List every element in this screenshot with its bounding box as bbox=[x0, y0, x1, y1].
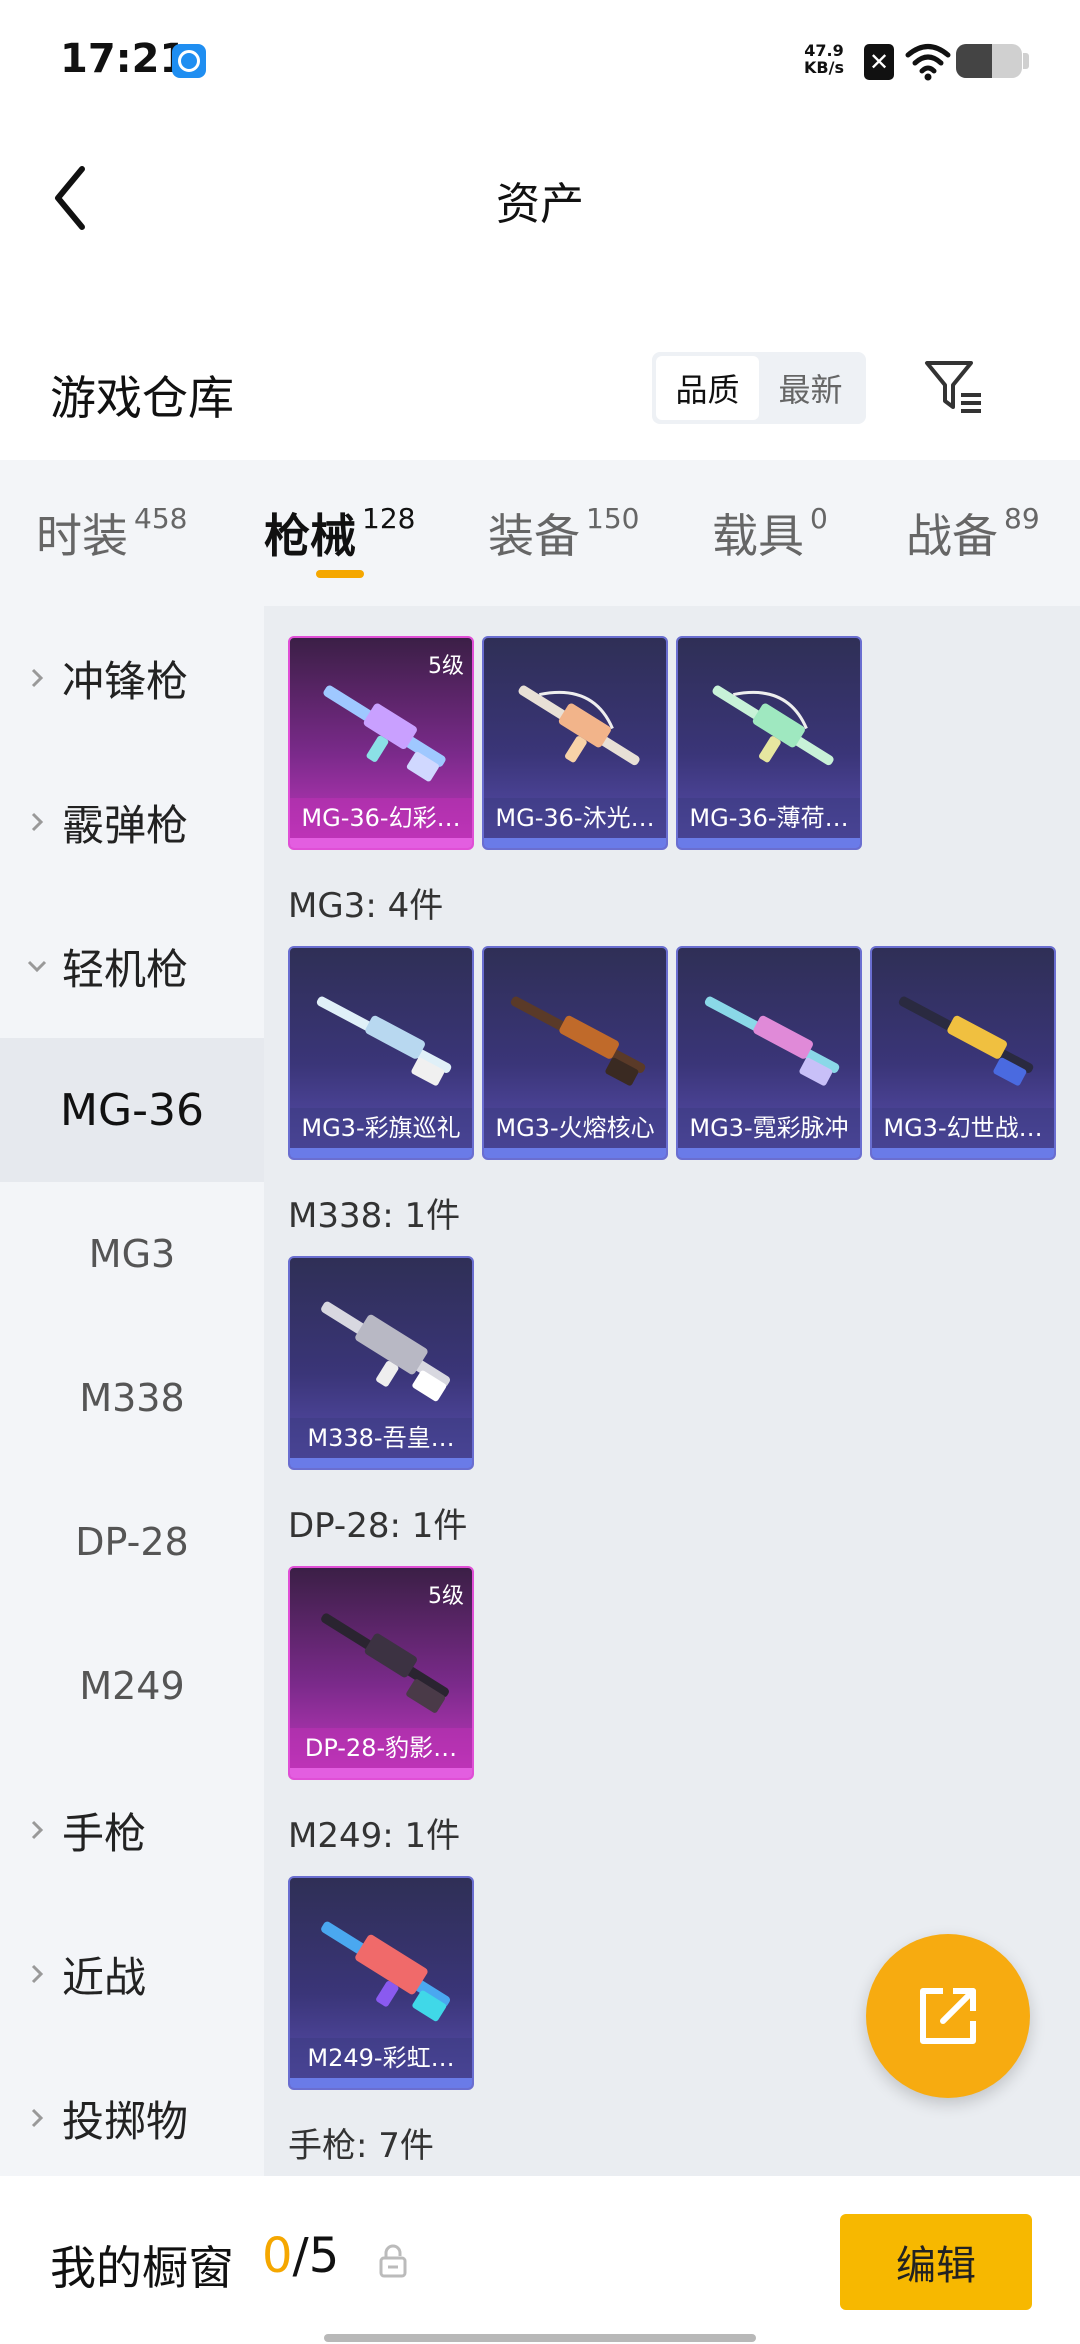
sidebar-item-m338[interactable]: M338 bbox=[0, 1326, 264, 1470]
weapon-name: MG-36-薄荷… bbox=[678, 798, 860, 838]
chevron-right-icon bbox=[31, 2108, 44, 2128]
home-indicator bbox=[324, 2334, 756, 2342]
sidebar-item-shotgun[interactable]: 霰弹枪 bbox=[0, 750, 264, 894]
battery-tip bbox=[1023, 53, 1029, 69]
lock-icon bbox=[379, 2244, 407, 2278]
share-icon bbox=[920, 1988, 976, 2044]
sim-disabled-icon: ✕ bbox=[864, 44, 894, 80]
sidebar-item-dp28[interactable]: DP-28 bbox=[0, 1470, 264, 1614]
status-bar: 17:21 47.9 KB/s ✕ bbox=[0, 0, 1080, 120]
weapon-name: DP-28-豹影… bbox=[290, 1728, 472, 1768]
sidebar-item-mg36[interactable]: MG-36 bbox=[0, 1038, 264, 1182]
category-tabs: 时装 458 枪械 128 装备 150 载具 0 战备 89 bbox=[0, 460, 1080, 606]
rifle-icon bbox=[510, 996, 646, 1086]
rarity-bar bbox=[872, 1148, 1054, 1158]
weapon-name: M338-吾皇… bbox=[290, 1418, 472, 1458]
rarity-bar bbox=[678, 1148, 860, 1158]
active-tab-indicator bbox=[316, 570, 364, 578]
sidebar-item-m249[interactable]: M249 bbox=[0, 1614, 264, 1758]
showcase-bar: 我的橱窗 0/5 编辑 bbox=[0, 2176, 1080, 2344]
weapon-card[interactable]: MG3-彩旗巡礼 bbox=[288, 946, 474, 1160]
group-label-m338: M338: 1件 bbox=[288, 1196, 461, 1236]
chevron-right-icon bbox=[31, 1820, 44, 1840]
weapon-name: MG-36-幻彩… bbox=[290, 798, 472, 838]
weapon-card[interactable]: MG3-幻世战… bbox=[870, 946, 1056, 1160]
chevron-down-icon bbox=[27, 960, 47, 973]
weapon-card[interactable]: M338-吾皇… bbox=[288, 1256, 474, 1470]
weapon-card[interactable]: MG-36-沐光… bbox=[482, 636, 668, 850]
showcase-count: 0/5 bbox=[262, 2228, 340, 2284]
sidebar-item-throwables[interactable]: 投掷物 bbox=[0, 2046, 264, 2190]
weapon-name: MG3-彩旗巡礼 bbox=[290, 1108, 472, 1148]
rifle-icon bbox=[321, 1613, 449, 1713]
sidebar-item-mg3[interactable]: MG3 bbox=[0, 1182, 264, 1326]
edit-button[interactable]: 编辑 bbox=[840, 2214, 1032, 2310]
rarity-bar bbox=[290, 1768, 472, 1778]
sidebar-item-melee[interactable]: 近战 bbox=[0, 1902, 264, 2046]
rarity-bar bbox=[290, 1458, 472, 1468]
weapon-name: MG-36-沐光… bbox=[484, 798, 666, 838]
chevron-right-icon bbox=[31, 812, 44, 832]
network-speed: 47.9 KB/s bbox=[804, 41, 844, 77]
rifle-icon bbox=[712, 685, 834, 766]
sidebar-item-lmg[interactable]: 轻机枪 bbox=[0, 894, 264, 1038]
tab-fashion[interactable]: 时装 458 bbox=[36, 500, 187, 566]
status-time: 17:21 bbox=[60, 36, 188, 82]
share-button[interactable] bbox=[866, 1934, 1030, 2098]
rifle-icon bbox=[316, 996, 452, 1086]
tab-vehicles[interactable]: 载具 0 bbox=[712, 500, 828, 566]
rarity-bar bbox=[290, 1148, 472, 1158]
sidebar-item-pistol[interactable]: 手枪 bbox=[0, 1758, 264, 1902]
filter-icon bbox=[925, 361, 981, 413]
rifle-icon bbox=[704, 996, 840, 1086]
rifle-icon bbox=[323, 685, 446, 782]
battery-icon bbox=[956, 44, 1022, 78]
sort-toggle: 品质 最新 bbox=[652, 352, 866, 424]
weapon-card[interactable]: MG-36-薄荷… bbox=[676, 636, 862, 850]
rifle-icon bbox=[321, 1301, 451, 1402]
group-label-dp28: DP-28: 1件 bbox=[288, 1506, 468, 1546]
rifle-icon bbox=[898, 996, 1034, 1086]
wifi-icon bbox=[905, 44, 951, 81]
tab-equipment[interactable]: 装备 150 bbox=[488, 500, 639, 566]
chevron-right-icon bbox=[31, 1964, 44, 1984]
rarity-bar bbox=[290, 2078, 472, 2088]
weapon-card[interactable]: 5级 MG-36-幻彩… bbox=[288, 636, 474, 850]
group-label-pistol: 手枪: 7件 bbox=[288, 2126, 434, 2166]
filter-button[interactable] bbox=[920, 352, 990, 422]
page-title: 资产 bbox=[496, 179, 584, 230]
sort-option-quality[interactable]: 品质 bbox=[656, 356, 759, 420]
app-notification-icon bbox=[172, 44, 206, 78]
rarity-bar bbox=[290, 838, 472, 848]
group-label-mg3: MG3: 4件 bbox=[288, 886, 444, 926]
weapon-name: MG3-霓彩脉冲 bbox=[678, 1108, 860, 1148]
warehouse-title: 游戏仓库 bbox=[50, 371, 234, 425]
sidebar-item-smg[interactable]: 冲锋枪 bbox=[0, 606, 264, 750]
weapon-name: MG3-火熔核心 bbox=[484, 1108, 666, 1148]
rifle-icon bbox=[518, 685, 640, 766]
chevron-right-icon bbox=[31, 668, 44, 688]
weapon-card[interactable]: MG3-霓彩脉冲 bbox=[676, 946, 862, 1160]
showcase-label: 我的橱窗 bbox=[50, 2241, 234, 2295]
tab-firearms[interactable]: 枪械 128 bbox=[264, 500, 415, 566]
weapon-card[interactable]: M249-彩虹… bbox=[288, 1876, 474, 2090]
group-label-m249: M249: 1件 bbox=[288, 1816, 461, 1856]
rifle-icon bbox=[321, 1921, 451, 2022]
weapon-category-sidebar: 冲锋枪 霰弹枪 轻机枪 MG-36 MG3 M338 DP-28 M249 手枪… bbox=[0, 606, 264, 2176]
weapon-name: M249-彩虹… bbox=[290, 2038, 472, 2078]
weapon-card[interactable]: MG3-火熔核心 bbox=[482, 946, 668, 1160]
tab-supplies[interactable]: 战备 89 bbox=[906, 500, 1040, 566]
sort-option-newest[interactable]: 最新 bbox=[759, 356, 862, 420]
rarity-bar bbox=[678, 838, 860, 848]
rarity-bar bbox=[484, 838, 666, 848]
rarity-bar bbox=[484, 1148, 666, 1158]
battery-level bbox=[956, 44, 993, 78]
weapon-name: MG3-幻世战… bbox=[872, 1108, 1054, 1148]
weapon-card[interactable]: 5级 DP-28-豹影… bbox=[288, 1566, 474, 1780]
